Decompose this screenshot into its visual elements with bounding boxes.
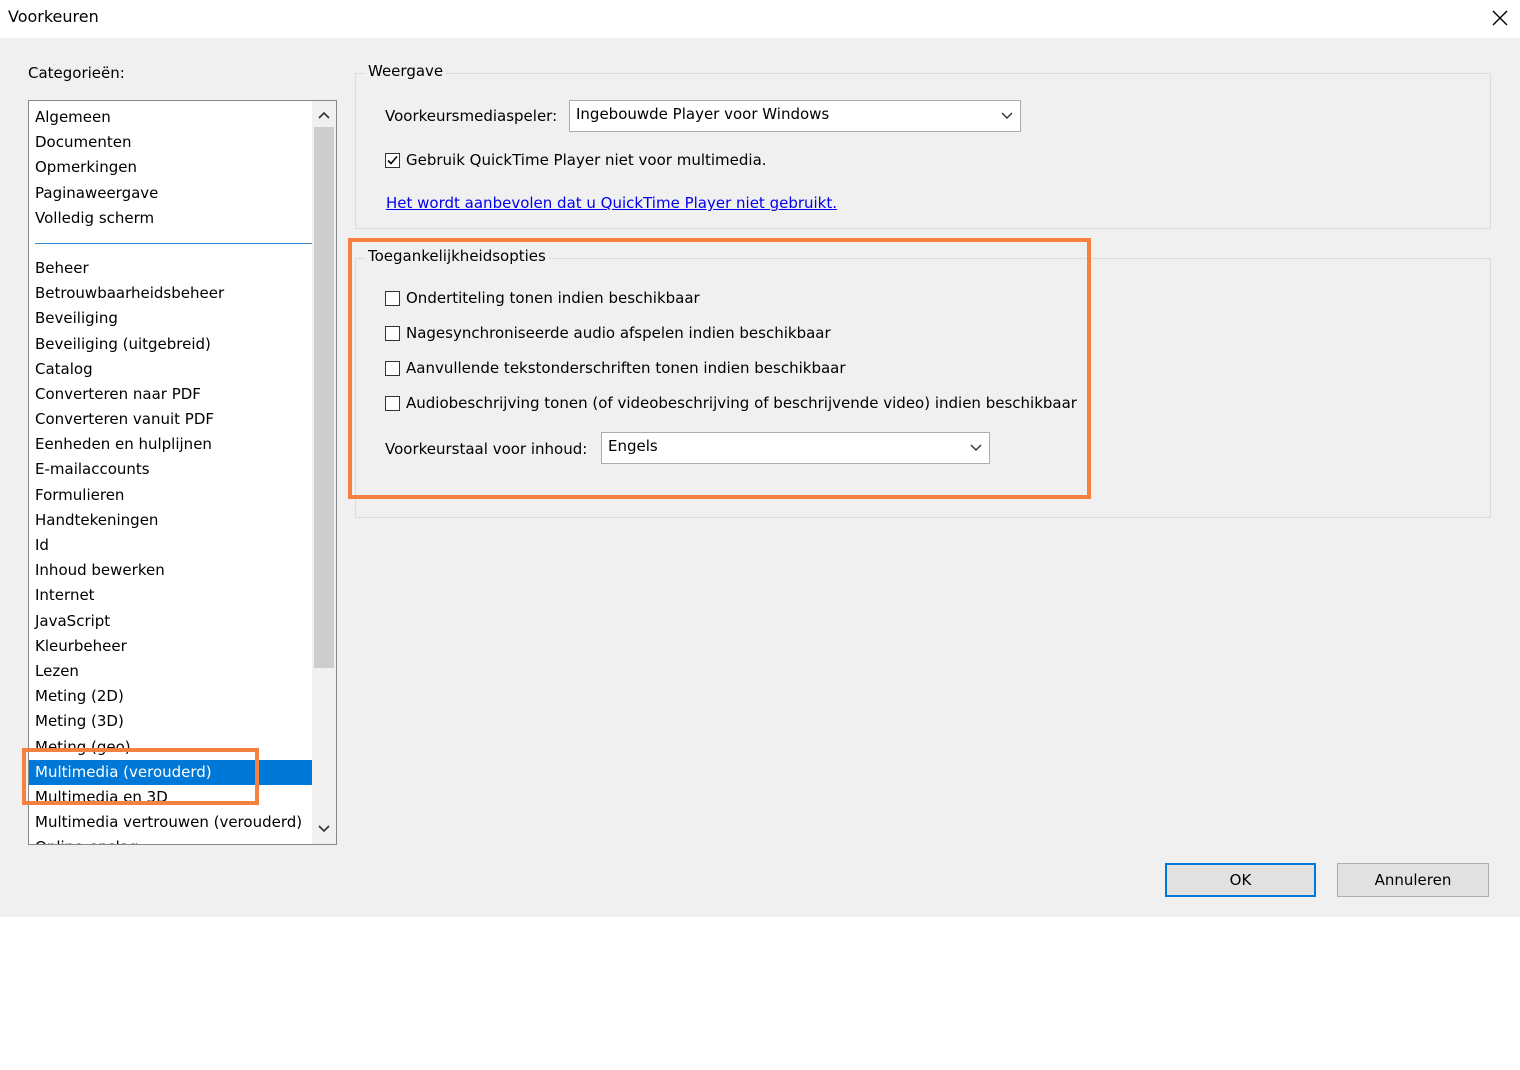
list-item-selected[interactable]: Multimedia (verouderd) [29,759,312,785]
list-item[interactable]: Eenheden en hulplijnen [29,432,312,457]
list-item[interactable]: Algemeen [29,105,312,130]
accessibility-group: Toegankelijkheidsopties Ondertiteling to… [355,247,1491,518]
chevron-down-icon [318,825,330,833]
list-item[interactable]: Opmerkingen [29,155,312,180]
chevron-down-icon [970,444,982,451]
list-item[interactable]: Multimedia vertrouwen (verouderd) [29,810,312,835]
subtitles-checkbox-label: Ondertiteling tonen indien beschikbaar [406,289,700,307]
list-item[interactable]: Multimedia en 3D [29,785,312,810]
option-audio-description-row[interactable]: Audiobeschrijving tonen (of videobeschri… [385,394,1077,412]
list-item[interactable]: Meting (2D) [29,684,312,709]
quicktime-checkbox-row[interactable]: Gebruik QuickTime Player niet voor multi… [385,151,767,169]
media-player-value: Ingebouwde Player voor Windows [576,105,830,123]
vertical-scrollbar[interactable] [312,101,336,844]
list-item[interactable]: Meting (3D) [29,709,312,734]
list-item[interactable]: E-mailaccounts [29,457,312,482]
list-item[interactable]: Id [29,533,312,558]
list-item[interactable]: Volledig scherm [29,206,312,231]
list-item[interactable]: Kleurbeheer [29,634,312,659]
weergave-title: Weergave [365,62,447,80]
list-item[interactable]: Converteren vanuit PDF [29,407,312,432]
chevron-up-icon [318,111,330,119]
list-item[interactable]: Handtekeningen [29,508,312,533]
language-dropdown[interactable]: Engels [601,432,990,464]
language-label: Voorkeurstaal voor inhoud: [385,440,588,458]
list-item[interactable]: Formulieren [29,483,312,508]
subtitles-checkbox[interactable] [385,290,400,306]
list-item[interactable]: Beheer [29,256,312,281]
categories-list[interactable]: Algemeen Documenten Opmerkingen Paginawe… [28,100,337,845]
option-captions-row[interactable]: Aanvullende tekstonderschriften tonen in… [385,359,846,377]
list-item[interactable]: Betrouwbaarheidsbeheer [29,281,312,306]
player-label: Voorkeursmediaspeler: [385,107,558,125]
categories-label: Categorieën: [28,64,125,82]
list-item[interactable]: Inhoud bewerken [29,558,312,583]
scroll-down-button[interactable] [312,817,336,841]
audio-description-checkbox[interactable] [385,395,400,411]
checkmark-icon [387,155,398,165]
list-item[interactable]: Documenten [29,130,312,155]
dubbed-audio-checkbox[interactable] [385,325,400,341]
list-item[interactable]: Beveiliging [29,306,312,331]
weergave-group: Weergave Voorkeursmediaspeler: Ingebouwd… [355,62,1491,229]
preferences-dialog: Categorieën: Algemeen Documenten Opmerki… [0,38,1520,917]
quicktime-checkbox-label: Gebruik QuickTime Player niet voor multi… [406,151,767,169]
cancel-button[interactable]: Annuleren [1337,863,1489,897]
option-subtitles-row[interactable]: Ondertiteling tonen indien beschikbaar [385,289,700,307]
ok-button[interactable]: OK [1165,863,1316,897]
list-separator [29,231,312,256]
list-item[interactable]: Lezen [29,659,312,684]
accessibility-title: Toegankelijkheidsopties [365,247,549,265]
language-value: Engels [608,437,658,455]
dubbed-audio-checkbox-label: Nagesynchroniseerde audio afspelen indie… [406,324,831,342]
list-item[interactable]: Converteren naar PDF [29,382,312,407]
scroll-up-button[interactable] [312,103,336,127]
quicktime-checkbox[interactable] [385,152,400,168]
list-item[interactable]: Paginaweergave [29,181,312,206]
list-item[interactable]: Online-opslag [29,835,312,844]
window-title: Voorkeuren [8,7,99,26]
captions-checkbox[interactable] [385,360,400,376]
option-dubbed-audio-row[interactable]: Nagesynchroniseerde audio afspelen indie… [385,324,831,342]
close-button[interactable] [1480,0,1520,36]
list-item[interactable]: Internet [29,583,312,608]
quicktime-recommend-link[interactable]: Het wordt aanbevolen dat u QuickTime Pla… [386,194,837,212]
list-item[interactable]: JavaScript [29,609,312,634]
dropdown-arrow [994,101,1020,131]
chevron-down-icon [1001,112,1013,119]
categories-list-items: Algemeen Documenten Opmerkingen Paginawe… [29,105,312,844]
media-player-dropdown[interactable]: Ingebouwde Player voor Windows [569,100,1021,132]
title-bar: Voorkeuren [0,0,1520,38]
audio-description-checkbox-label: Audiobeschrijving tonen (of videobeschri… [406,394,1077,412]
close-icon [1492,10,1508,26]
list-item[interactable]: Meting (geo) [29,735,312,760]
scroll-thumb[interactable] [314,127,334,668]
dropdown-arrow [963,433,989,463]
captions-checkbox-label: Aanvullende tekstonderschriften tonen in… [406,359,846,377]
list-item[interactable]: Beveiliging (uitgebreid) [29,332,312,357]
list-item[interactable]: Catalog [29,357,312,382]
